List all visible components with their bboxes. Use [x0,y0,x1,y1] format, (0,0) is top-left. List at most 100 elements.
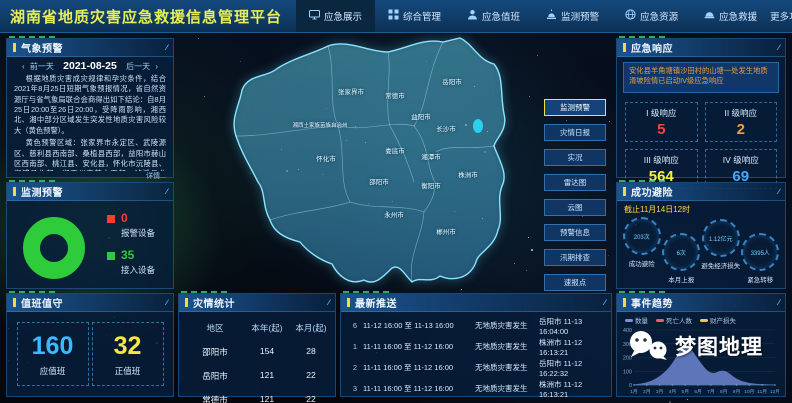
push-city: 株洲市 11-12 16:13:21 [539,379,605,399]
legend-item[interactable]: 财产损失 [700,315,736,325]
stats-cell: 岳阳市 [187,370,243,382]
svg-text:6月: 6月 [694,389,701,395]
panel-header: 应急响应 ∕∕ [617,39,785,57]
svg-text:9月: 9月 [733,389,740,395]
nav-item-label: 综合管理 [403,9,441,23]
nav-item-应急救援[interactable]: 应急救援 [691,0,770,32]
donut-ring [23,217,85,279]
response-level-value: 5 [657,121,665,138]
map-region-label[interactable]: 岳阳市 [442,76,462,86]
trend-legend: 数量 死亡人数 财产损失 [617,312,785,325]
map-region-label[interactable]: 常德市 [385,90,405,100]
grid-icon [388,9,399,23]
nav-item-应急值班[interactable]: 应急值班 [454,0,533,32]
avoidance-gauge: 203次成功避险 [622,217,662,284]
map-button-预警信息[interactable]: 预警信息 [544,224,606,241]
prev-day-button[interactable]: 前一天 [30,62,54,71]
map-button-实况[interactable]: 实况 [544,149,606,166]
corner-decoration-icon: ∕∕ [166,298,167,307]
map-button-云图[interactable]: 云图 [544,199,606,216]
map-region-label[interactable]: 郴州市 [436,226,456,236]
map-button-速报点[interactable]: 速报点 [544,274,606,291]
wechat-icon [628,330,670,361]
push-row[interactable]: 311-11 16:00 至 11-12 16:00无地质灾害发生株洲市 11-… [347,378,605,399]
push-city: 岳阳市 11-13 16:04:00 [539,316,605,336]
legend-connected: 35 接入设备 [107,248,155,276]
map-region-label[interactable]: 张家界市 [338,86,364,96]
panel-header: 成功避险 ∕∕ [617,183,785,201]
stats-row[interactable]: 岳阳市12122 [187,364,327,388]
accent-bar [13,43,16,52]
response-marquee[interactable]: 安化县羊角塘镇沙田村的山塘一处发生地质滑坡险情已启动IV级应急响应 [623,62,779,93]
map-button-汛期排查[interactable]: 汛期排查 [544,249,606,266]
map-region-label[interactable]: 湘潭市 [421,151,441,161]
gauge-value: 1.12亿元 [702,219,740,257]
user-icon [467,9,478,23]
map-region-label[interactable]: 邵阳市 [369,176,389,186]
map-region-label[interactable]: 益阳市 [411,111,431,121]
legend-label: 财产损失 [710,315,736,325]
stats-cell: 常德市 [187,394,243,403]
accent-bar [347,298,350,307]
nav-item-综合管理[interactable]: 综合管理 [375,0,454,32]
svg-text:11月: 11月 [757,389,767,395]
map-region-label[interactable]: 株洲市 [458,169,478,179]
legend-item[interactable]: 死亡人数 [656,315,692,325]
svg-text:7月: 7月 [707,389,714,395]
nav-item-应急展示[interactable]: 应急展示 [296,0,375,32]
response-level-label: II 级响应 [724,107,757,119]
panel-title: 气象预警 [21,40,63,55]
weather-paragraph: 根据地质灾害成灾规律和孕灾条件，结合2021年8月25日短期气象预报情况，省自然… [14,74,166,136]
stats-row[interactable]: 常德市12122 [187,388,327,403]
push-row[interactable]: 611-12 16:00 至 11-13 16:00无地质灾害发生岳阳市 11-… [347,315,605,336]
current-date: 2021-08-25 [63,60,117,72]
province-map[interactable]: 张家界市 常德市 岳阳市湘西土家族苗族自治州 益阳市长沙市怀化市 娄底市湘潭市株洲市邵阳… [178,34,538,296]
push-row[interactable]: 211-11 16:00 至 11-12 16:00无地质灾害发生岳阳市 11-… [347,357,605,378]
nav-item-label: 应急资源 [640,9,678,23]
panel-header: 监测预警 ∕∕ [7,183,173,201]
stats-cell: 28 [291,346,331,358]
bell-icon [546,9,557,23]
map-region-label[interactable]: 衡阳市 [421,180,441,190]
map-layer-buttons: 监测预警灾情日报实况雷达图云图预警信息汛期排查速报点 [544,99,606,299]
stats-row[interactable]: 邵阳市15428 [187,340,327,364]
map-button-监测预警[interactable]: 监测预警 [544,99,606,116]
map-region-label[interactable]: 长沙市 [436,123,456,133]
alarm-count: 0 [121,211,128,225]
nav-item-应急资源[interactable]: 应急资源 [612,0,691,32]
map-button-灾情日报[interactable]: 灾情日报 [544,124,606,141]
panel-title: 最新推送 [355,295,397,310]
stats-cell: 22 [291,370,331,382]
next-arrow-icon[interactable]: › [155,62,158,71]
stats-cell: 22 [291,394,331,403]
svg-text:12月: 12月 [770,389,779,395]
map-region-label[interactable]: 怀化市 [316,153,336,163]
prev-arrow-icon[interactable]: ‹ [22,62,25,71]
map-region-label[interactable]: 湘西土家族苗族自治州 [292,121,347,129]
stats-cell: 121 [243,394,291,403]
monitoring-warning-panel: 监测预警 ∕∕ 0 报警设备 35 接入设备 [6,182,174,289]
gauge-label: 紧急转移 [741,274,781,284]
map-region-label[interactable]: 娄底市 [385,145,405,155]
push-row[interactable]: 111-11 16:00 至 11-12 16:00无地质灾害发生株洲市 11-… [347,336,605,357]
more-functions-menu[interactable]: 更多功能 ▼ [770,9,792,23]
nav-item-监测预警[interactable]: 监测预警 [533,0,612,32]
monitor-icon [309,9,320,23]
panel-header: 值班值守 ∕∕ [7,294,173,312]
emergency-response-panel: 应急响应 ∕∕ 安化县羊角塘镇沙田村的山塘一处发生地质滑坡险情已启动IV级应急响… [616,38,786,178]
more-functions-label: 更多功能 [770,9,792,23]
map-region-label[interactable]: 永州市 [384,209,404,219]
svg-text:5月: 5月 [682,389,689,395]
nav-item-label: 监测预警 [561,9,599,23]
push-city: 岳阳市 11-12 16:22:32 [539,358,605,378]
legend-label: 死亡人数 [666,315,692,325]
next-day-button[interactable]: 后一天 [126,62,150,71]
disaster-statistics-panel: 灾情统计 ∕∕ 地区本年(起)本月(起)邵阳市15428岳阳市12122常德市1… [178,293,336,397]
map-button-雷达图[interactable]: 雷达图 [544,174,606,191]
stats-cell: 154 [243,346,291,358]
avoidance-gauge: 1.12亿元避免经济损失 [701,219,741,284]
legend-item[interactable]: 数量 [625,315,648,325]
accent-bar [13,187,16,196]
expected-duty-value: 160 [32,332,74,361]
avoidance-gauges: 203次成功避险6次本月上报1.12亿元避免经济损失3395人紧急转移 [617,215,785,284]
